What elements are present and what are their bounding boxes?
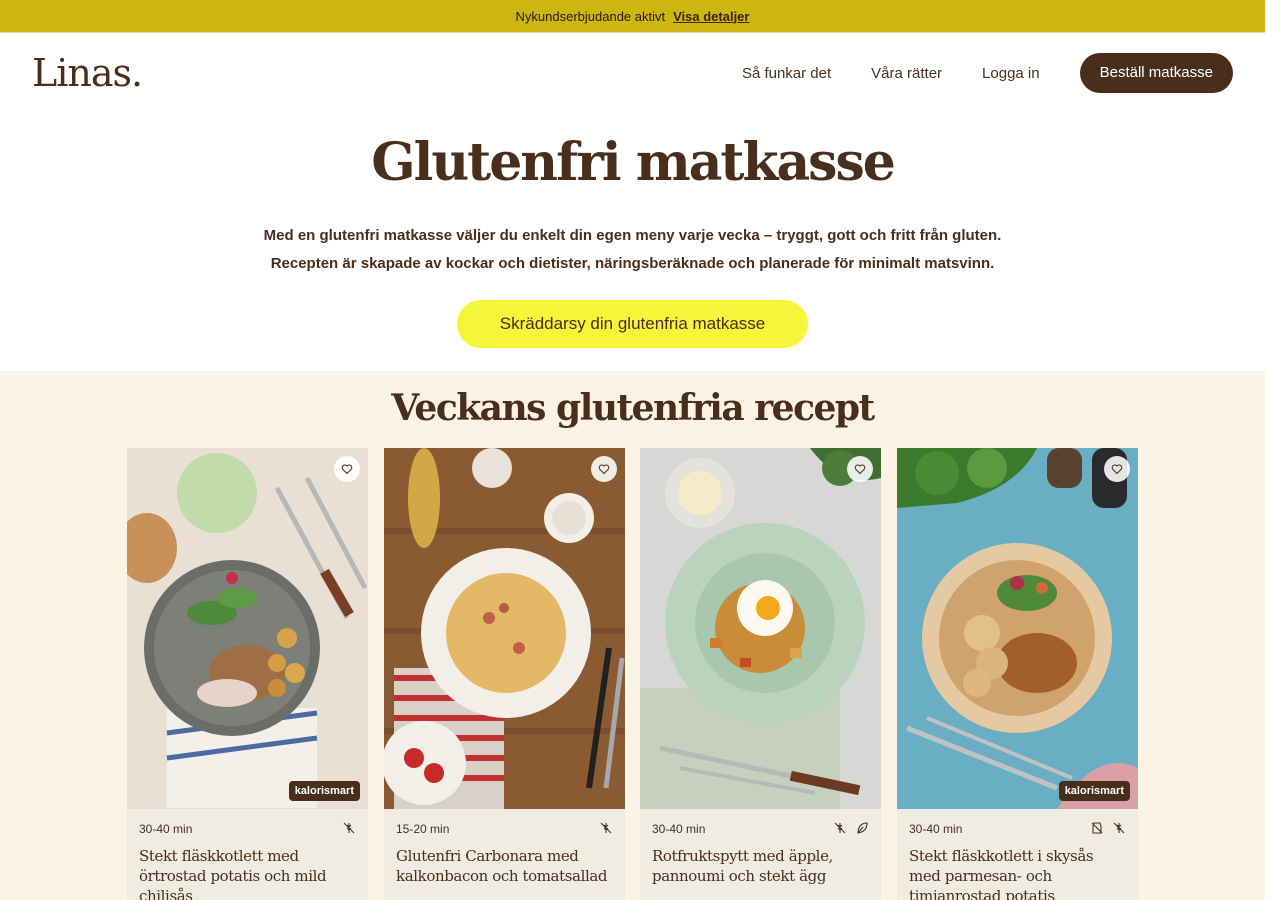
recipe-title[interactable]: Stekt fläskkotlett med örtrostad potatis… [139, 846, 357, 900]
gluten-free-icon [833, 821, 847, 835]
promo-text: Nykundserbjudande aktivt [515, 8, 666, 24]
gluten-free-icon [599, 821, 613, 835]
hero-description-line-1: Med en glutenfri matkasse väljer du enke… [263, 227, 1002, 244]
diet-icons [825, 821, 869, 835]
favorite-heart-button[interactable] [334, 456, 360, 482]
gluten-free-icon [342, 821, 356, 835]
recipe-title[interactable]: Rotfruktspytt med äpple, pannoumi och st… [652, 846, 870, 886]
cooking-time: 30-40 min [909, 822, 963, 836]
heart-icon [854, 464, 866, 475]
cooking-time: 30-40 min [652, 822, 706, 836]
scrollbar-track[interactable] [1265, 0, 1280, 900]
nav-login[interactable]: Logga in [982, 65, 1040, 82]
nav-how-it-works[interactable]: Så funkar det [742, 65, 831, 82]
main-nav: Så funkar det Våra rätter Logga in Bestä… [742, 53, 1233, 93]
lactose-free-icon [1090, 821, 1104, 835]
recipe-title[interactable]: Stekt fläskkotlett i skysås med parmesan… [909, 846, 1127, 900]
hero-description-line-2: Recepten är skapade av kockar och dietis… [270, 255, 995, 272]
cooking-time: 30-40 min [139, 822, 193, 836]
customize-gluten-free-box-button[interactable]: Skräddarsy din glutenfria matkasse [457, 300, 808, 348]
diet-icons [591, 821, 613, 835]
nav-our-dishes[interactable]: Våra rätter [871, 65, 942, 82]
recipe-title[interactable]: Glutenfri Carbonara med kalkonbacon och … [396, 846, 614, 886]
linas-logo[interactable]: Linas. [32, 51, 143, 95]
site-header: Linas. Så funkar det Våra rätter Logga i… [0, 32, 1265, 112]
favorite-heart-button[interactable] [847, 456, 873, 482]
cooking-time: 15-20 min [396, 822, 450, 836]
heart-icon [598, 464, 610, 475]
calorie-smart-badge: kalorismart [1058, 781, 1130, 801]
calorie-smart-badge: kalorismart [288, 781, 360, 801]
vegetarian-leaf-icon [855, 821, 869, 835]
hero-description: Med en glutenfri matkasse väljer du enke… [0, 222, 1265, 278]
recipe-photo [897, 448, 1138, 809]
recipe-photo [384, 448, 625, 809]
weekly-recipes-section: Veckans glutenfria recept kalorismart 30… [0, 371, 1265, 900]
recipe-card[interactable]: 15-20 min Glutenfri Carbonara med kalkon… [384, 448, 625, 900]
recipe-card[interactable]: kalorismart 30-40 min Stekt fläskkotlett… [897, 448, 1138, 900]
order-box-button[interactable]: Beställ matkasse [1079, 53, 1233, 93]
section-title: Veckans glutenfria recept [391, 387, 875, 429]
recipe-card[interactable]: 30-40 min Rotfruktspytt med äpple, panno… [640, 448, 881, 900]
diet-icons [1082, 821, 1126, 835]
promo-banner: Nykundserbjudande aktivt Visa detaljer [0, 0, 1265, 32]
recipe-card[interactable]: kalorismart 30-40 min Stekt fläskkotlett… [127, 448, 368, 900]
page-title: Glutenfri matkasse [371, 132, 896, 193]
favorite-heart-button[interactable] [1104, 456, 1130, 482]
recipe-photo [640, 448, 881, 809]
recipe-photo [127, 448, 368, 809]
diet-icons [334, 821, 356, 835]
favorite-heart-button[interactable] [591, 456, 617, 482]
heart-icon [341, 464, 353, 475]
gluten-free-icon [1112, 821, 1126, 835]
promo-details-link[interactable]: Visa detaljer [673, 9, 749, 24]
heart-icon [1111, 464, 1123, 475]
